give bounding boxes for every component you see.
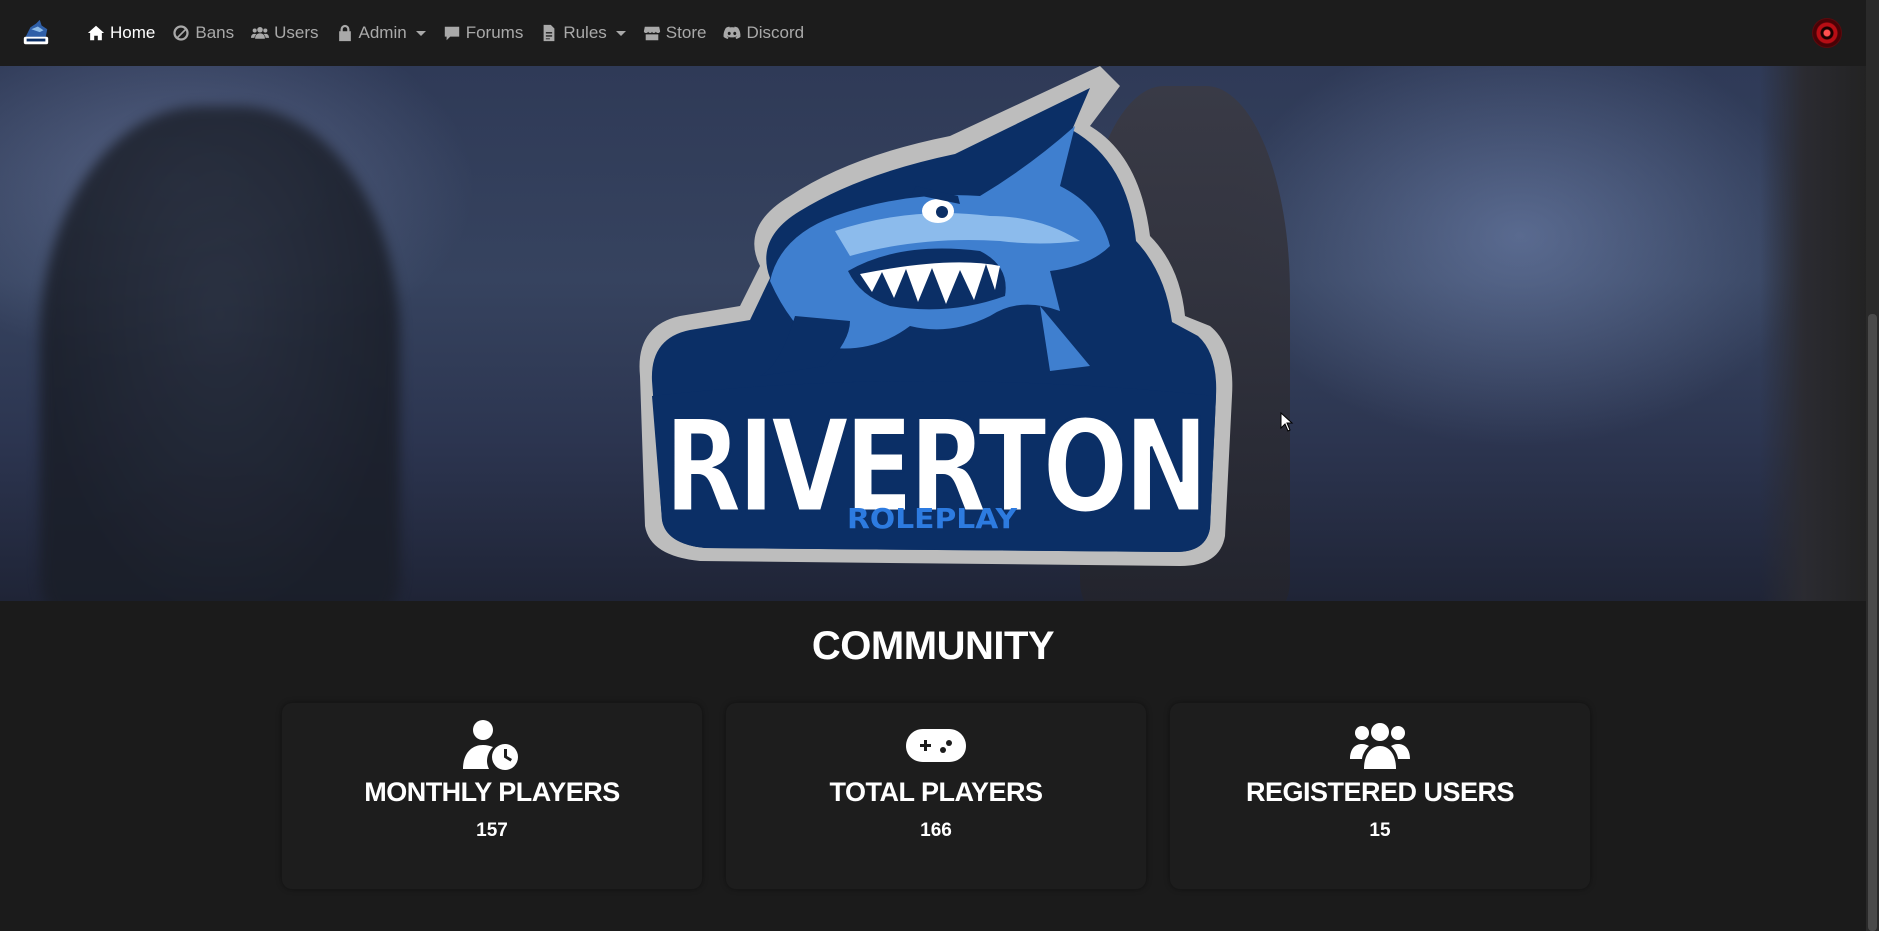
mouse-cursor-icon — [1280, 412, 1294, 432]
ban-icon — [171, 23, 191, 43]
nav-store-label: Store — [665, 23, 707, 42]
nav-forums[interactable]: Forums — [434, 0, 532, 66]
nav-forums-label: Forums — [465, 23, 524, 42]
nav-rules-dropdown[interactable]: Rules — [531, 0, 633, 66]
stat-card-total-players: TOTAL PLAYERS 166 — [726, 703, 1146, 889]
nav-list: Home Bans Users Admin Forums Rules Store… — [78, 0, 812, 66]
scrollbar-thumb[interactable] — [1868, 314, 1877, 931]
logo-subtitle-text: ROLEPLAY — [847, 502, 1018, 535]
stat-value: 15 — [1369, 820, 1391, 841]
nav-rules-label: Rules — [563, 23, 607, 42]
nav-admin-label: Admin — [358, 23, 407, 42]
brand-logo-icon[interactable] — [20, 17, 52, 49]
stat-card-registered-users: REGISTERED USERS 15 — [1170, 703, 1590, 889]
hero-banner: RIVERTON ROLEPLAY — [0, 66, 1866, 601]
users-icon — [250, 23, 270, 43]
nav-store[interactable]: Store — [634, 0, 715, 66]
nav-discord-label: Discord — [746, 23, 805, 42]
page-scrollbar[interactable] — [1866, 0, 1879, 931]
nav-bans[interactable]: Bans — [163, 0, 242, 66]
chevron-down-icon — [415, 30, 426, 36]
riverton-roleplay-logo: RIVERTON ROLEPLAY — [639, 66, 1233, 566]
stat-value: 166 — [920, 820, 952, 841]
nav-admin-dropdown[interactable]: Admin — [327, 0, 434, 66]
nav-users-label: Users — [274, 23, 319, 42]
user-clock-icon — [461, 719, 523, 771]
lock-icon — [335, 23, 355, 43]
nav-home[interactable]: Home — [78, 0, 163, 66]
stat-title: MONTHLY PLAYERS — [364, 777, 620, 807]
stat-value: 157 — [476, 820, 508, 841]
nav-home-label: Home — [110, 23, 156, 42]
community-title: COMMUNITY — [811, 624, 1055, 668]
store-icon — [642, 23, 662, 43]
users-icon — [1349, 719, 1411, 771]
top-navbar: Home Bans Users Admin Forums Rules Store… — [0, 0, 1866, 66]
community-stats: MONTHLY PLAYERS 157 TOTAL PLAYERS 166 RE… — [282, 703, 1590, 889]
hero-background-figure — [40, 106, 400, 601]
stat-title: REGISTERED USERS — [1245, 777, 1515, 807]
nav-discord[interactable]: Discord — [714, 0, 812, 66]
home-icon — [86, 23, 106, 43]
nav-bans-label: Bans — [195, 23, 235, 42]
file-icon — [539, 23, 559, 43]
gamepad-icon — [905, 719, 967, 771]
nav-users[interactable]: Users — [242, 0, 326, 66]
hero-background-rock — [1760, 66, 1866, 601]
comment-icon — [442, 23, 462, 43]
user-avatar[interactable] — [1812, 18, 1842, 48]
chevron-down-icon — [615, 30, 626, 36]
stat-card-monthly-players: MONTHLY PLAYERS 157 — [282, 703, 702, 889]
discord-icon — [722, 23, 742, 43]
stat-title: TOTAL PLAYERS — [829, 777, 1043, 807]
